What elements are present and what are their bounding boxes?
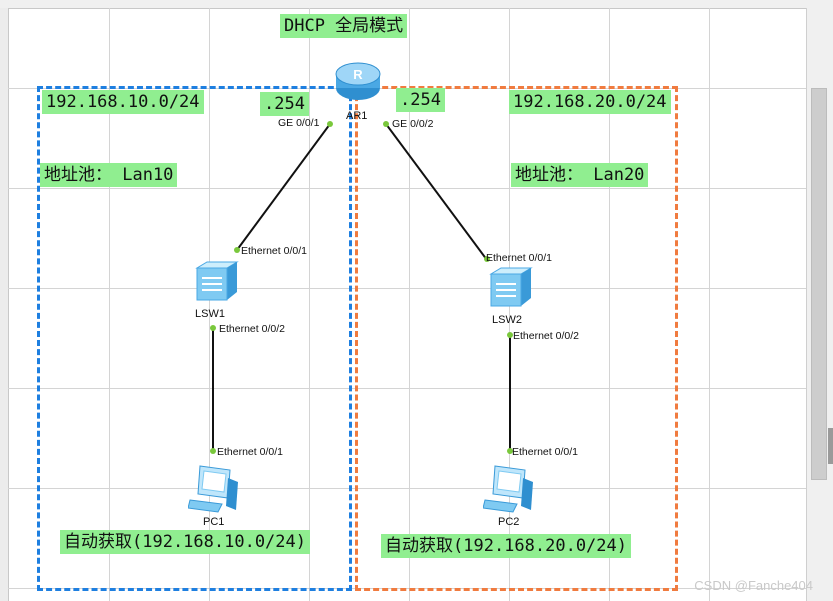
port-dot bbox=[383, 121, 389, 127]
pc1-name: PC1 bbox=[203, 516, 225, 528]
left-gateway-label: .254 bbox=[260, 92, 309, 116]
router-name: AR1 bbox=[346, 110, 368, 122]
link-ar1-lsw1[interactable] bbox=[236, 123, 331, 251]
lsw1-port-down: Ethernet 0/0/2 bbox=[219, 323, 285, 335]
pc-icon bbox=[187, 465, 238, 513]
left-pool-label: 地址池： Lan10 bbox=[40, 163, 178, 187]
port-dot bbox=[234, 247, 240, 253]
right-gateway-label: .254 bbox=[396, 88, 445, 112]
port-dot bbox=[210, 448, 216, 454]
pc2-port: Ethernet 0/0/1 bbox=[512, 446, 578, 458]
right-pool-label: 地址池： Lan20 bbox=[511, 163, 649, 187]
lsw2-port-up: Ethernet 0/0/1 bbox=[486, 252, 552, 264]
pc-pc2[interactable] bbox=[482, 462, 535, 518]
pc2-name: PC2 bbox=[498, 516, 520, 528]
router-port-right: GE 0/0/2 bbox=[392, 118, 434, 130]
router-ar1[interactable]: R bbox=[334, 60, 382, 108]
watermark: CSDN @Fanche404 bbox=[694, 578, 813, 593]
pc-pc1[interactable] bbox=[187, 462, 240, 518]
switch-lsw2[interactable] bbox=[487, 264, 533, 314]
diagram-title: DHCP 全局模式 bbox=[280, 14, 408, 38]
pc-icon bbox=[482, 465, 533, 513]
lsw2-name: LSW2 bbox=[492, 314, 522, 326]
left-dhcp-note: 自动获取(192.168.10.0/24) bbox=[60, 530, 310, 554]
switch-lsw1[interactable] bbox=[193, 258, 239, 308]
switch-icon bbox=[489, 267, 533, 307]
switch-icon bbox=[195, 261, 239, 301]
lsw1-port-up: Ethernet 0/0/1 bbox=[241, 245, 307, 257]
port-dot bbox=[210, 325, 216, 331]
right-dhcp-note: 自动获取(192.168.20.0/24) bbox=[381, 534, 631, 558]
link-ar1-lsw2[interactable] bbox=[385, 123, 488, 261]
port-dot bbox=[327, 121, 333, 127]
lsw2-port-down: Ethernet 0/0/2 bbox=[513, 330, 579, 342]
svg-text:R: R bbox=[353, 67, 363, 82]
pc1-port: Ethernet 0/0/1 bbox=[217, 446, 283, 458]
lsw1-name: LSW1 bbox=[195, 308, 225, 320]
right-subnet-label: 192.168.20.0/24 bbox=[509, 90, 671, 114]
router-port-left: GE 0/0/1 bbox=[278, 117, 320, 129]
topology-canvas: DHCP 全局模式 R AR1 GE 0/0/1 GE 0/0/2 192.16… bbox=[0, 0, 833, 601]
left-subnet-label: 192.168.10.0/24 bbox=[42, 90, 204, 114]
router-icon: R bbox=[335, 62, 381, 100]
